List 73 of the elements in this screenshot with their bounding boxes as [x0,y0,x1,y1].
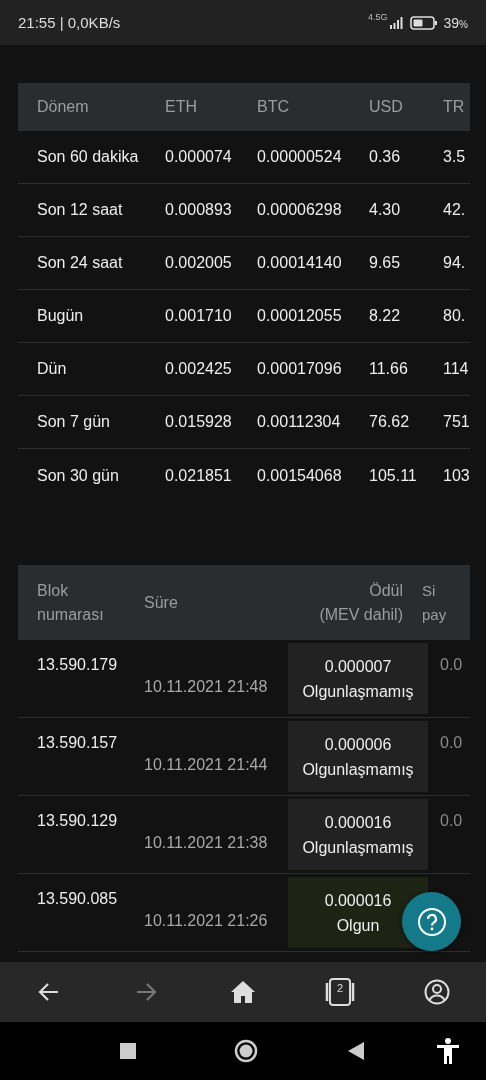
table-cell-text: 0.00112304 [257,413,342,431]
table-cell-text: 94. [443,254,467,272]
column-header: ETH [165,98,198,116]
table-cell-text: 10.11.2021 21:48 [144,677,269,697]
table-cell-text: 0.002425 [165,360,233,378]
tabs-button[interactable]: 2 [316,968,365,1016]
table-cell-text: 0.021851 [165,466,233,485]
table-cell-text: Son 12 saat [37,201,124,219]
table-cell-text: 11.66 [369,360,409,378]
table-cell-text: 10.11.2021 21:44 [144,755,269,775]
column-header: Blok numarası [37,580,105,625]
table-cell-text: 3.5 [443,148,467,166]
column-header: BTC [257,98,290,116]
table-cell-text: Son 60 dakika [37,148,140,166]
table-cell-text: 0.015928 [165,413,233,431]
table-cell-text: 0.002005 [165,254,233,272]
table-cell-text: 0.00017096 [257,360,343,378]
table-cell-text: 0.000074 [165,148,233,166]
table-cell-text: Son 7 gün [37,413,111,431]
network-type: 4.5G [368,12,388,22]
table-cell-text: 9.65 [369,254,402,272]
account-icon [424,979,451,1005]
table-cell-text: 10.11.2021 21:38 [144,833,269,853]
reward-cell: 0.000006 Olgunlaşmamış [288,721,428,792]
table-cell-text: Dün [37,360,68,378]
forward-arrow-icon [134,981,157,1003]
table-cell-text: 10.11.2021 21:26 [144,911,269,931]
table-cell-text: 13.590.129 [37,811,119,831]
signal-icon [389,16,404,29]
table-cell-text: 13.590.179 [37,655,119,675]
triangle-icon[interactable] [348,1042,364,1060]
table-cell-text: 105.11 [369,466,418,485]
battery-icon [409,15,438,30]
circle-icon[interactable] [234,1039,258,1063]
column-header: TR [443,98,466,116]
table-cell-text: Son 30 gün [37,466,120,485]
table-cell-text: 13.590.157 [37,733,119,753]
table-cell-text: 0.0 [439,655,464,675]
table-cell: 103 [443,466,470,485]
table-cell-text: 13.590.085 [37,889,119,909]
status-time: 21:55 | 0,0KB/s [18,14,121,31]
column-header: Süre [144,592,179,613]
table-cell-text: 76.62 [369,413,411,431]
tab-count: 2 [336,982,345,994]
table-cell-text: 8.22 [369,307,402,325]
tabs-icon [324,977,357,1007]
table-cell-text: 42. [443,201,467,219]
table-cell-text: 0.001710 [165,307,233,325]
table-cell-text: 0.00000524 [257,148,343,166]
table-cell-text: 0.00012055 [257,307,343,325]
table-cell-text: 0.0 [439,733,464,753]
table-cell-text: 0.0 [439,811,464,831]
battery-percent: 39% [443,14,468,31]
table-cell-text: 0.00154068 [257,466,343,485]
column-header: Si pay [422,580,448,625]
reward-cell: 0.000016 Olgunlaşmamış [288,799,428,870]
reward-cell: 0.000007 Olgunlaşmamış [288,643,428,714]
table-cell-text: 80. [443,307,467,325]
table-cell-text: 0.36 [369,148,402,166]
home-icon [229,980,256,1004]
table-cell: 114 [443,360,470,378]
table-cell-text: 0.000893 [165,201,233,219]
table-cell-text: 4.30 [369,201,402,219]
table-cell-text: 0.00014140 [257,254,343,272]
table-cell-text: Bugün [37,307,85,325]
table-cell: 751 [443,413,470,431]
accessibility-icon[interactable] [436,1038,460,1064]
column-header: USD [369,98,404,116]
back-arrow-icon [37,981,60,1003]
help-icon [416,906,447,937]
column-header: Dönem [37,98,90,116]
table-cell-text: Son 24 saat [37,254,124,272]
table-cell-text: 0.00006298 [257,201,343,219]
